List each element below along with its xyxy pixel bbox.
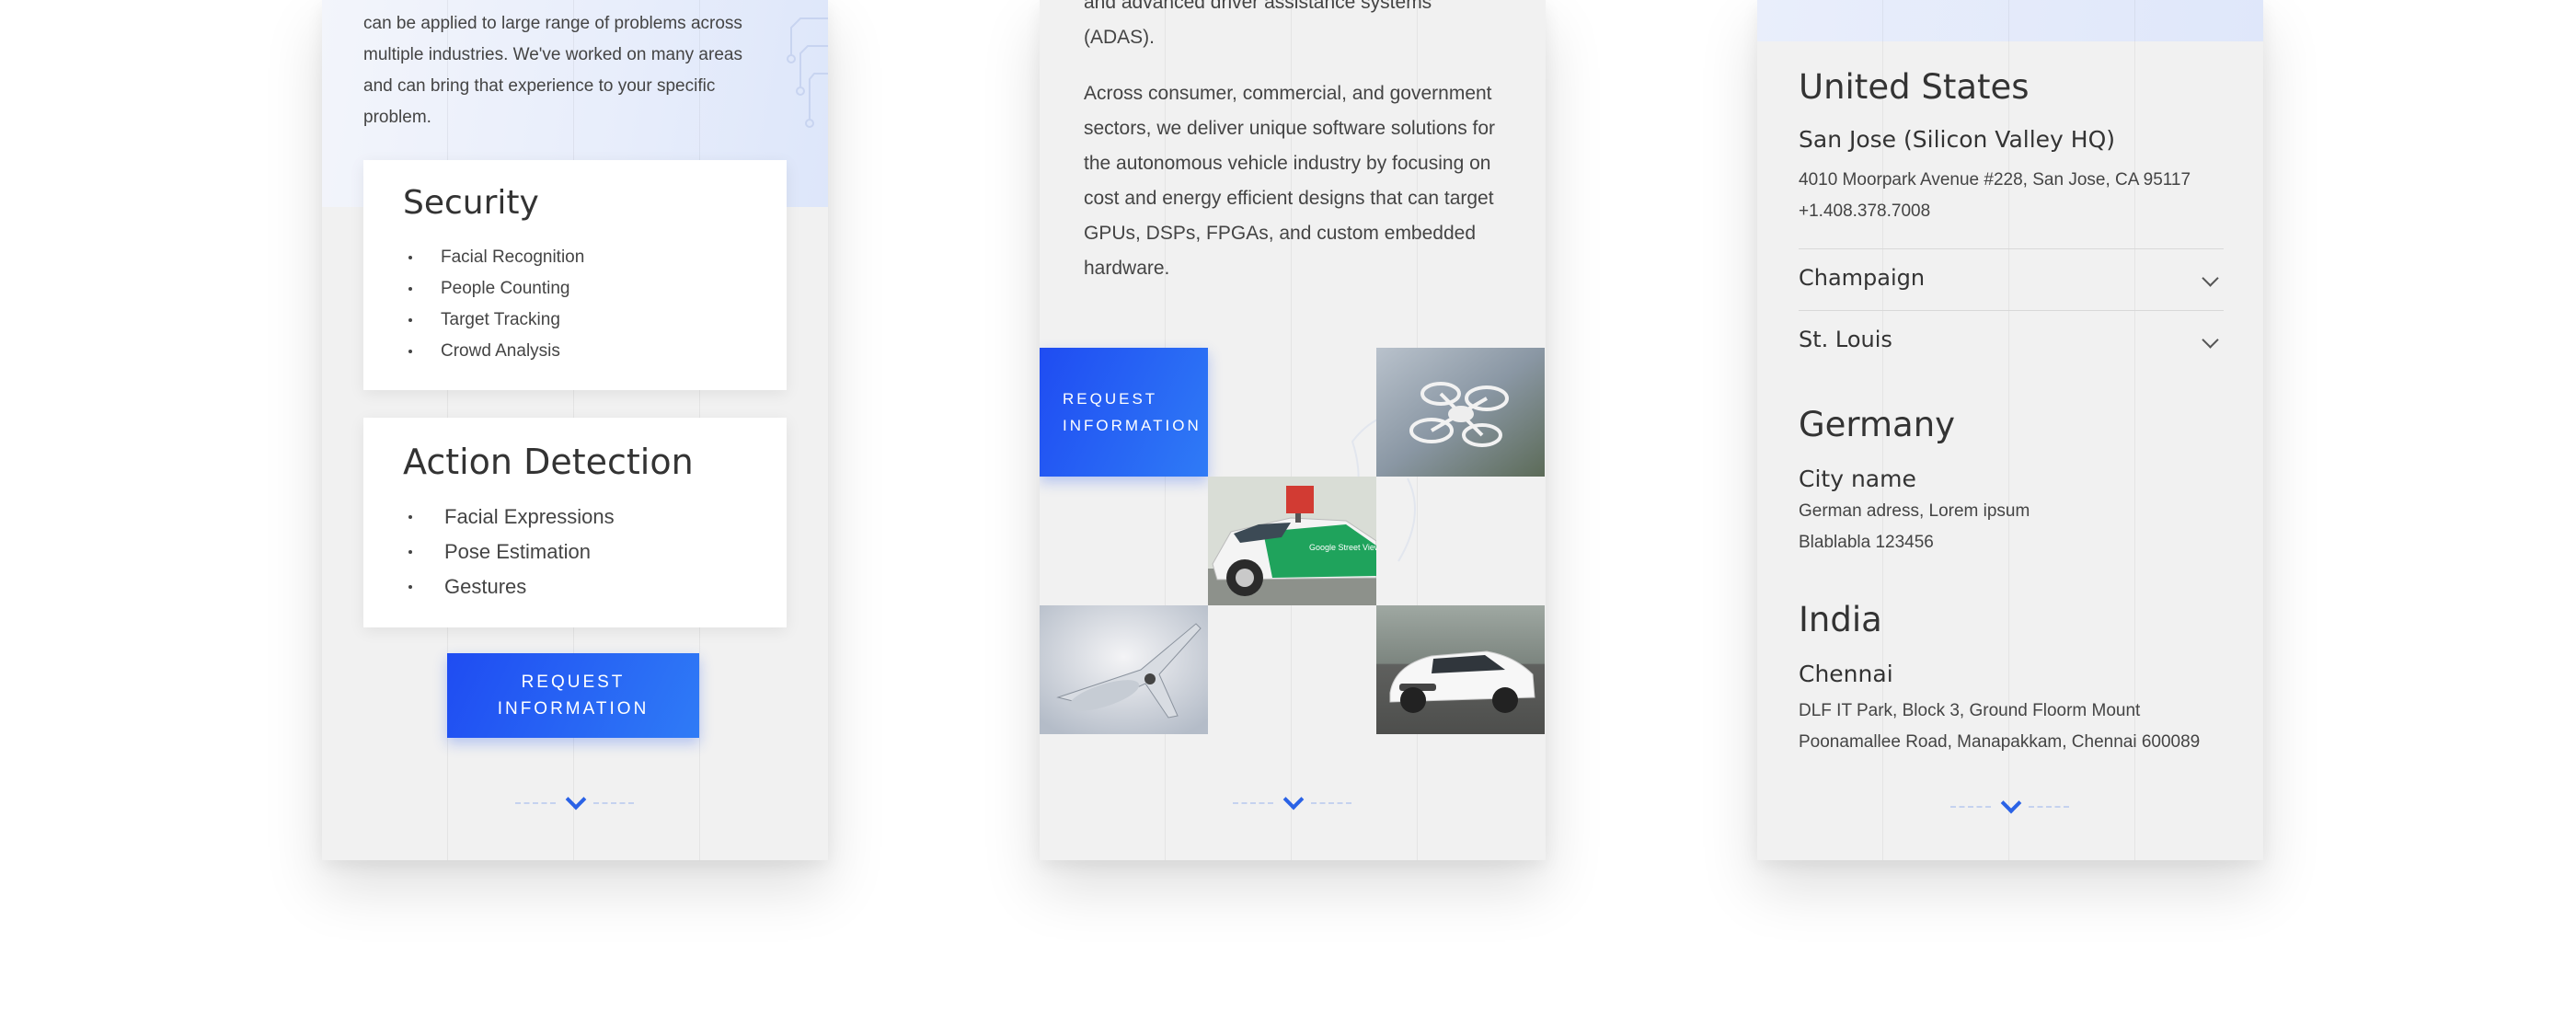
list-item-label: Gestures (444, 575, 527, 598)
list-item-label: Facial Recognition (441, 247, 585, 267)
city-name: San Jose (Silicon Valley HQ) (1799, 126, 2116, 153)
request-information-button[interactable]: REQUEST INFORMATION (1040, 348, 1208, 477)
list-item-label: People Counting (441, 279, 570, 298)
address-line: German adress, Lorem ipsum (1799, 501, 2030, 521)
security-list: Facial Recognition People Counting Targe… (403, 242, 584, 367)
sedan-image (1376, 605, 1545, 734)
chevron-down-icon (2202, 270, 2219, 287)
card-title: Action Detection (403, 442, 694, 482)
action-detection-card: Action Detection Facial Expressions Pose… (363, 418, 787, 627)
intro-line: multiple industries. We've worked on man… (363, 45, 742, 64)
city-name: City name (1799, 466, 1916, 492)
dash-decoration (1950, 806, 1991, 808)
address-line: Poonamallee Road, Manapakkam, Chennai 60… (1799, 732, 2201, 752)
list-item: People Counting (403, 273, 584, 305)
bullet-icon (408, 256, 412, 259)
bullet-icon (408, 318, 412, 322)
dash-decoration (1233, 802, 1273, 804)
address: DLF IT Park, Block 3, Ground Floorm Moun… (1799, 696, 2231, 758)
intro-line: problem. (363, 108, 431, 127)
text-line: sectors, we deliver unique software solu… (1084, 118, 1496, 139)
dash-decoration (2029, 806, 2069, 808)
action-list: Facial Expressions Pose Estimation Gestu… (403, 500, 615, 604)
card-title: Security (403, 184, 539, 222)
list-item: Pose Estimation (403, 535, 615, 569)
accordion-st-louis[interactable]: St. Louis (1799, 310, 2224, 372)
button-label-line: INFORMATION (497, 699, 650, 719)
adas-text: and advanced driver assistance systems (… (1084, 0, 1516, 55)
accordion-label: St. Louis (1799, 327, 1892, 352)
bullet-icon (408, 585, 412, 589)
list-item-label: Target Tracking (441, 310, 560, 329)
car-brand-text: Google Street View (1309, 543, 1376, 552)
text-line: (ADAS). (1084, 27, 1156, 48)
text-line: Across consumer, commercial, and governm… (1084, 83, 1492, 104)
accordion-label: Champaign (1799, 265, 1926, 291)
text-line: and advanced driver assistance systems (1084, 0, 1432, 13)
list-item: Facial Expressions (403, 500, 615, 535)
text-line: GPUs, DSPs, FPGAs, and custom embedded (1084, 223, 1477, 244)
country-heading: Germany (1799, 405, 1956, 444)
locations-panel: United States San Jose (Silicon Valley H… (1757, 0, 2263, 860)
address-line: DLF IT Park, Block 3, Ground Floorm Moun… (1799, 701, 2141, 720)
scroll-down-indicator[interactable] (322, 788, 828, 814)
list-item-label: Crowd Analysis (441, 341, 560, 361)
list-item: Target Tracking (403, 305, 584, 336)
intro-text: can be applied to large range of problem… (363, 0, 787, 133)
country-heading: United States (1799, 67, 2030, 107)
address-line: Blablabla 123456 (1799, 533, 1934, 552)
chevron-down-icon (2202, 331, 2219, 349)
header-tint (1757, 0, 2263, 41)
bullet-icon (408, 515, 412, 519)
text-line: cost and energy efficient designs that c… (1084, 188, 1494, 209)
city-name: Chennai (1799, 661, 1893, 687)
list-item: Gestures (403, 569, 615, 604)
dash-decoration (515, 802, 556, 804)
address: 4010 Moorpark Avenue #228, San Jose, CA … (1799, 165, 2231, 227)
intro-line: can be applied to large range of problem… (363, 14, 742, 33)
chevron-down-icon (565, 788, 587, 811)
drone-image (1376, 348, 1545, 477)
intro-line: and can bring that experience to your sp… (363, 76, 716, 96)
country-heading: India (1799, 600, 1882, 639)
list-item: Facial Recognition (403, 242, 584, 273)
autonomous-vehicles-panel: and advanced driver assistance systems (… (1040, 0, 1546, 860)
list-item: Crowd Analysis (403, 336, 584, 367)
request-information-button[interactable]: REQUEST INFORMATION (447, 653, 699, 738)
dash-decoration (593, 802, 634, 804)
street-view-car-image: Google Street View (1208, 477, 1376, 605)
address: German adress, Lorem ipsum Blablabla 123… (1799, 496, 2231, 558)
dash-decoration (1311, 802, 1351, 804)
solutions-paragraph: Across consumer, commercial, and governm… (1084, 76, 1516, 286)
security-card: Security Facial Recognition People Count… (363, 160, 787, 390)
chevron-down-icon (2000, 792, 2022, 814)
scroll-down-indicator[interactable] (1040, 788, 1546, 814)
list-item-label: Facial Expressions (444, 505, 615, 528)
button-label-line: REQUEST (1063, 390, 1158, 408)
scroll-down-indicator[interactable] (1757, 792, 2263, 818)
text-line: the autonomous vehicle industry by focus… (1084, 153, 1491, 174)
uav-image (1040, 605, 1208, 734)
bullet-icon (408, 550, 412, 554)
bullet-icon (408, 287, 412, 291)
industries-panel: can be applied to large range of problem… (322, 0, 828, 860)
button-label-line: REQUEST (521, 673, 626, 692)
accordion-champaign[interactable]: Champaign (1799, 248, 2224, 310)
address-line: 4010 Moorpark Avenue #228, San Jose, CA … (1799, 170, 2191, 190)
phone-number: +1.408.378.7008 (1799, 201, 1931, 221)
button-label-line: INFORMATION (1063, 417, 1202, 434)
text-line: hardware. (1084, 258, 1170, 279)
bullet-icon (408, 350, 412, 353)
chevron-down-icon (1282, 788, 1305, 811)
list-item-label: Pose Estimation (444, 540, 591, 563)
